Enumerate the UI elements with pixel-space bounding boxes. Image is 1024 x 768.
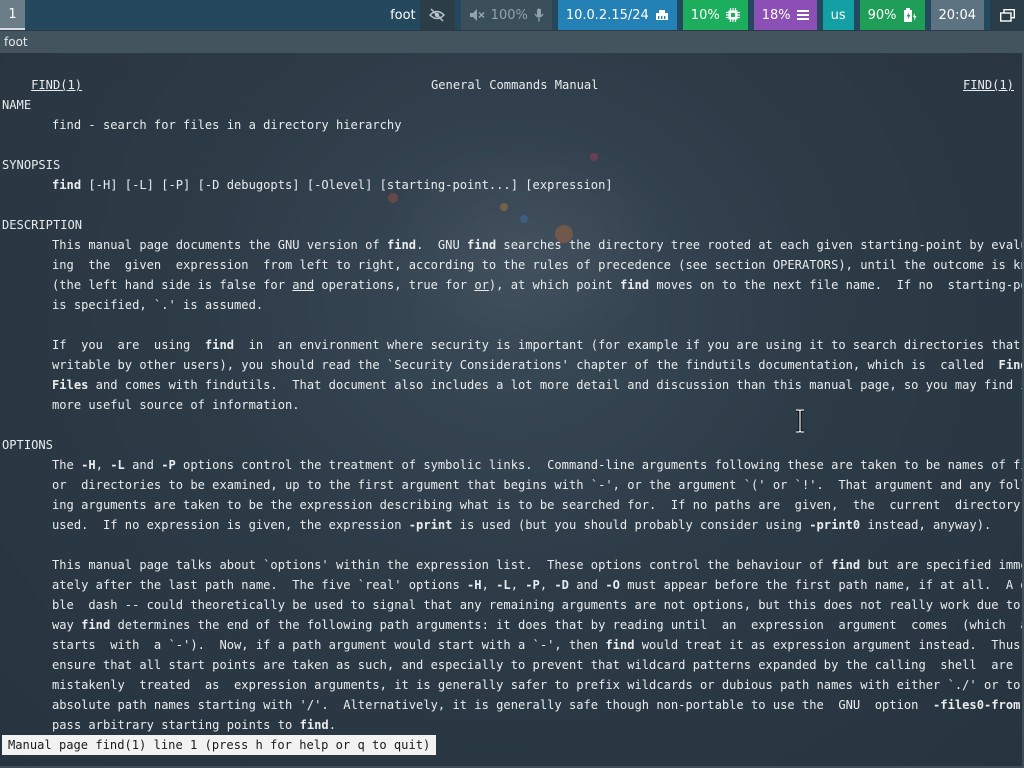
cpu-chip-icon bbox=[725, 8, 740, 22]
wallpaper-dot bbox=[500, 203, 508, 211]
text-line: ing arguments are taken to be the expres… bbox=[52, 498, 1024, 512]
focused-window-title: foot bbox=[390, 7, 416, 23]
text-line: This manual page documents the GNU versi… bbox=[52, 238, 1024, 252]
terminal-title-bar[interactable]: foot bbox=[0, 31, 1024, 53]
audio-volume: 100% bbox=[490, 7, 528, 23]
network-module[interactable]: 10.0.2.15/24 bbox=[557, 0, 677, 30]
text-line: ble dash -- could theoretically be used … bbox=[52, 598, 1024, 612]
text-line: If you are using find in an environment … bbox=[52, 338, 1024, 352]
idle-inhibitor-module[interactable] bbox=[419, 0, 455, 30]
wallpaper-dot bbox=[520, 215, 528, 223]
speaker-muted-icon bbox=[469, 8, 485, 22]
pager-status-line: Manual page find(1) line 1 (press h for … bbox=[2, 735, 437, 755]
status-bar: 1 foot 100% 10.0.2.15/24 10% 18% us 90% … bbox=[0, 0, 1024, 30]
man-header-center: General Commands Manual bbox=[431, 78, 599, 92]
text-line: The -H, -L and -P options control the tr… bbox=[52, 458, 1024, 472]
audio-module[interactable]: 100% bbox=[460, 0, 552, 30]
battery-level: 90% bbox=[867, 7, 897, 23]
name-description: find - search for files in a directory h… bbox=[52, 118, 402, 132]
section-heading-options: OPTIONS bbox=[2, 438, 53, 452]
text-line: more useful source of information. bbox=[52, 398, 300, 412]
microphone-icon bbox=[534, 8, 544, 22]
man-page-header: FIND(1) General Commands Manual FIND(1) bbox=[2, 55, 1020, 92]
text-line: Files and comes with findutils. That doc… bbox=[52, 378, 1024, 392]
text-line: pass arbitrary starting points to find. bbox=[52, 718, 336, 732]
memory-usage: 18% bbox=[761, 7, 791, 23]
terminal-window[interactable]: FIND(1) General Commands Manual FIND(1) NA… bbox=[0, 53, 1024, 768]
text-line: ing the given expression from left to ri… bbox=[52, 258, 1024, 272]
text-line: writable by other users), you should rea… bbox=[52, 358, 1022, 372]
text-line: is specified, `.' is assumed. bbox=[52, 298, 264, 312]
text-line: starts with a `-'). Now, if a path argum… bbox=[52, 638, 1024, 652]
synopsis-line: find [-H] [-L] [-P] [-D debugopts] [-Ole… bbox=[52, 175, 613, 195]
section-heading-name: NAME bbox=[2, 98, 32, 112]
text-line: (the left hand side is false for and ope… bbox=[52, 278, 1024, 292]
network-address: 10.0.2.15/24 bbox=[565, 7, 649, 23]
man-header-left: FIND(1) bbox=[31, 78, 83, 92]
memory-module[interactable]: 18% bbox=[753, 0, 817, 30]
clock-time: 20:04 bbox=[938, 7, 976, 23]
synopsis-command: find bbox=[52, 178, 82, 192]
wallpaper-dot bbox=[590, 153, 598, 161]
text-line: or directories to be examined, up to the… bbox=[52, 478, 1024, 492]
keyboard-layout: us bbox=[830, 7, 846, 23]
eye-slash-icon bbox=[429, 8, 446, 22]
text-line: ately after the last path name. The five… bbox=[52, 578, 1024, 592]
text-line: absolute path names starting with '/'. A… bbox=[52, 698, 1021, 712]
text-line: ensure that all start points are taken a… bbox=[52, 658, 1024, 672]
text-line: way find determines the end of the follo… bbox=[52, 618, 1024, 632]
window-switcher-button[interactable] bbox=[990, 0, 1024, 30]
text-line: used. If no expression is given, the exp… bbox=[52, 518, 992, 532]
section-heading-synopsis: SYNOPSIS bbox=[2, 158, 61, 172]
text-line: mistakenly treated as expression argumen… bbox=[52, 678, 1024, 692]
text-line: This manual page talks about `options' w… bbox=[52, 558, 1022, 572]
man-header-right: FIND(1) bbox=[963, 78, 1014, 92]
window-switcher-icon bbox=[999, 8, 1015, 22]
cpu-module[interactable]: 10% bbox=[682, 0, 748, 30]
section-heading-description: DESCRIPTION bbox=[2, 218, 83, 232]
workspace-button[interactable]: 1 bbox=[0, 0, 25, 30]
keyboard-layout-module[interactable]: us bbox=[822, 0, 854, 30]
cpu-usage: 10% bbox=[690, 7, 720, 23]
battery-module[interactable]: 90% bbox=[859, 0, 925, 30]
ethernet-icon bbox=[655, 9, 669, 21]
mouse-ibeam-cursor bbox=[793, 408, 807, 434]
clock-module[interactable]: 20:04 bbox=[930, 0, 984, 30]
memory-bars-icon bbox=[796, 9, 809, 21]
battery-charging-icon bbox=[903, 8, 917, 22]
synopsis-arguments: [-H] [-L] [-P] [-D debugopts] [-Olevel] … bbox=[81, 178, 613, 192]
